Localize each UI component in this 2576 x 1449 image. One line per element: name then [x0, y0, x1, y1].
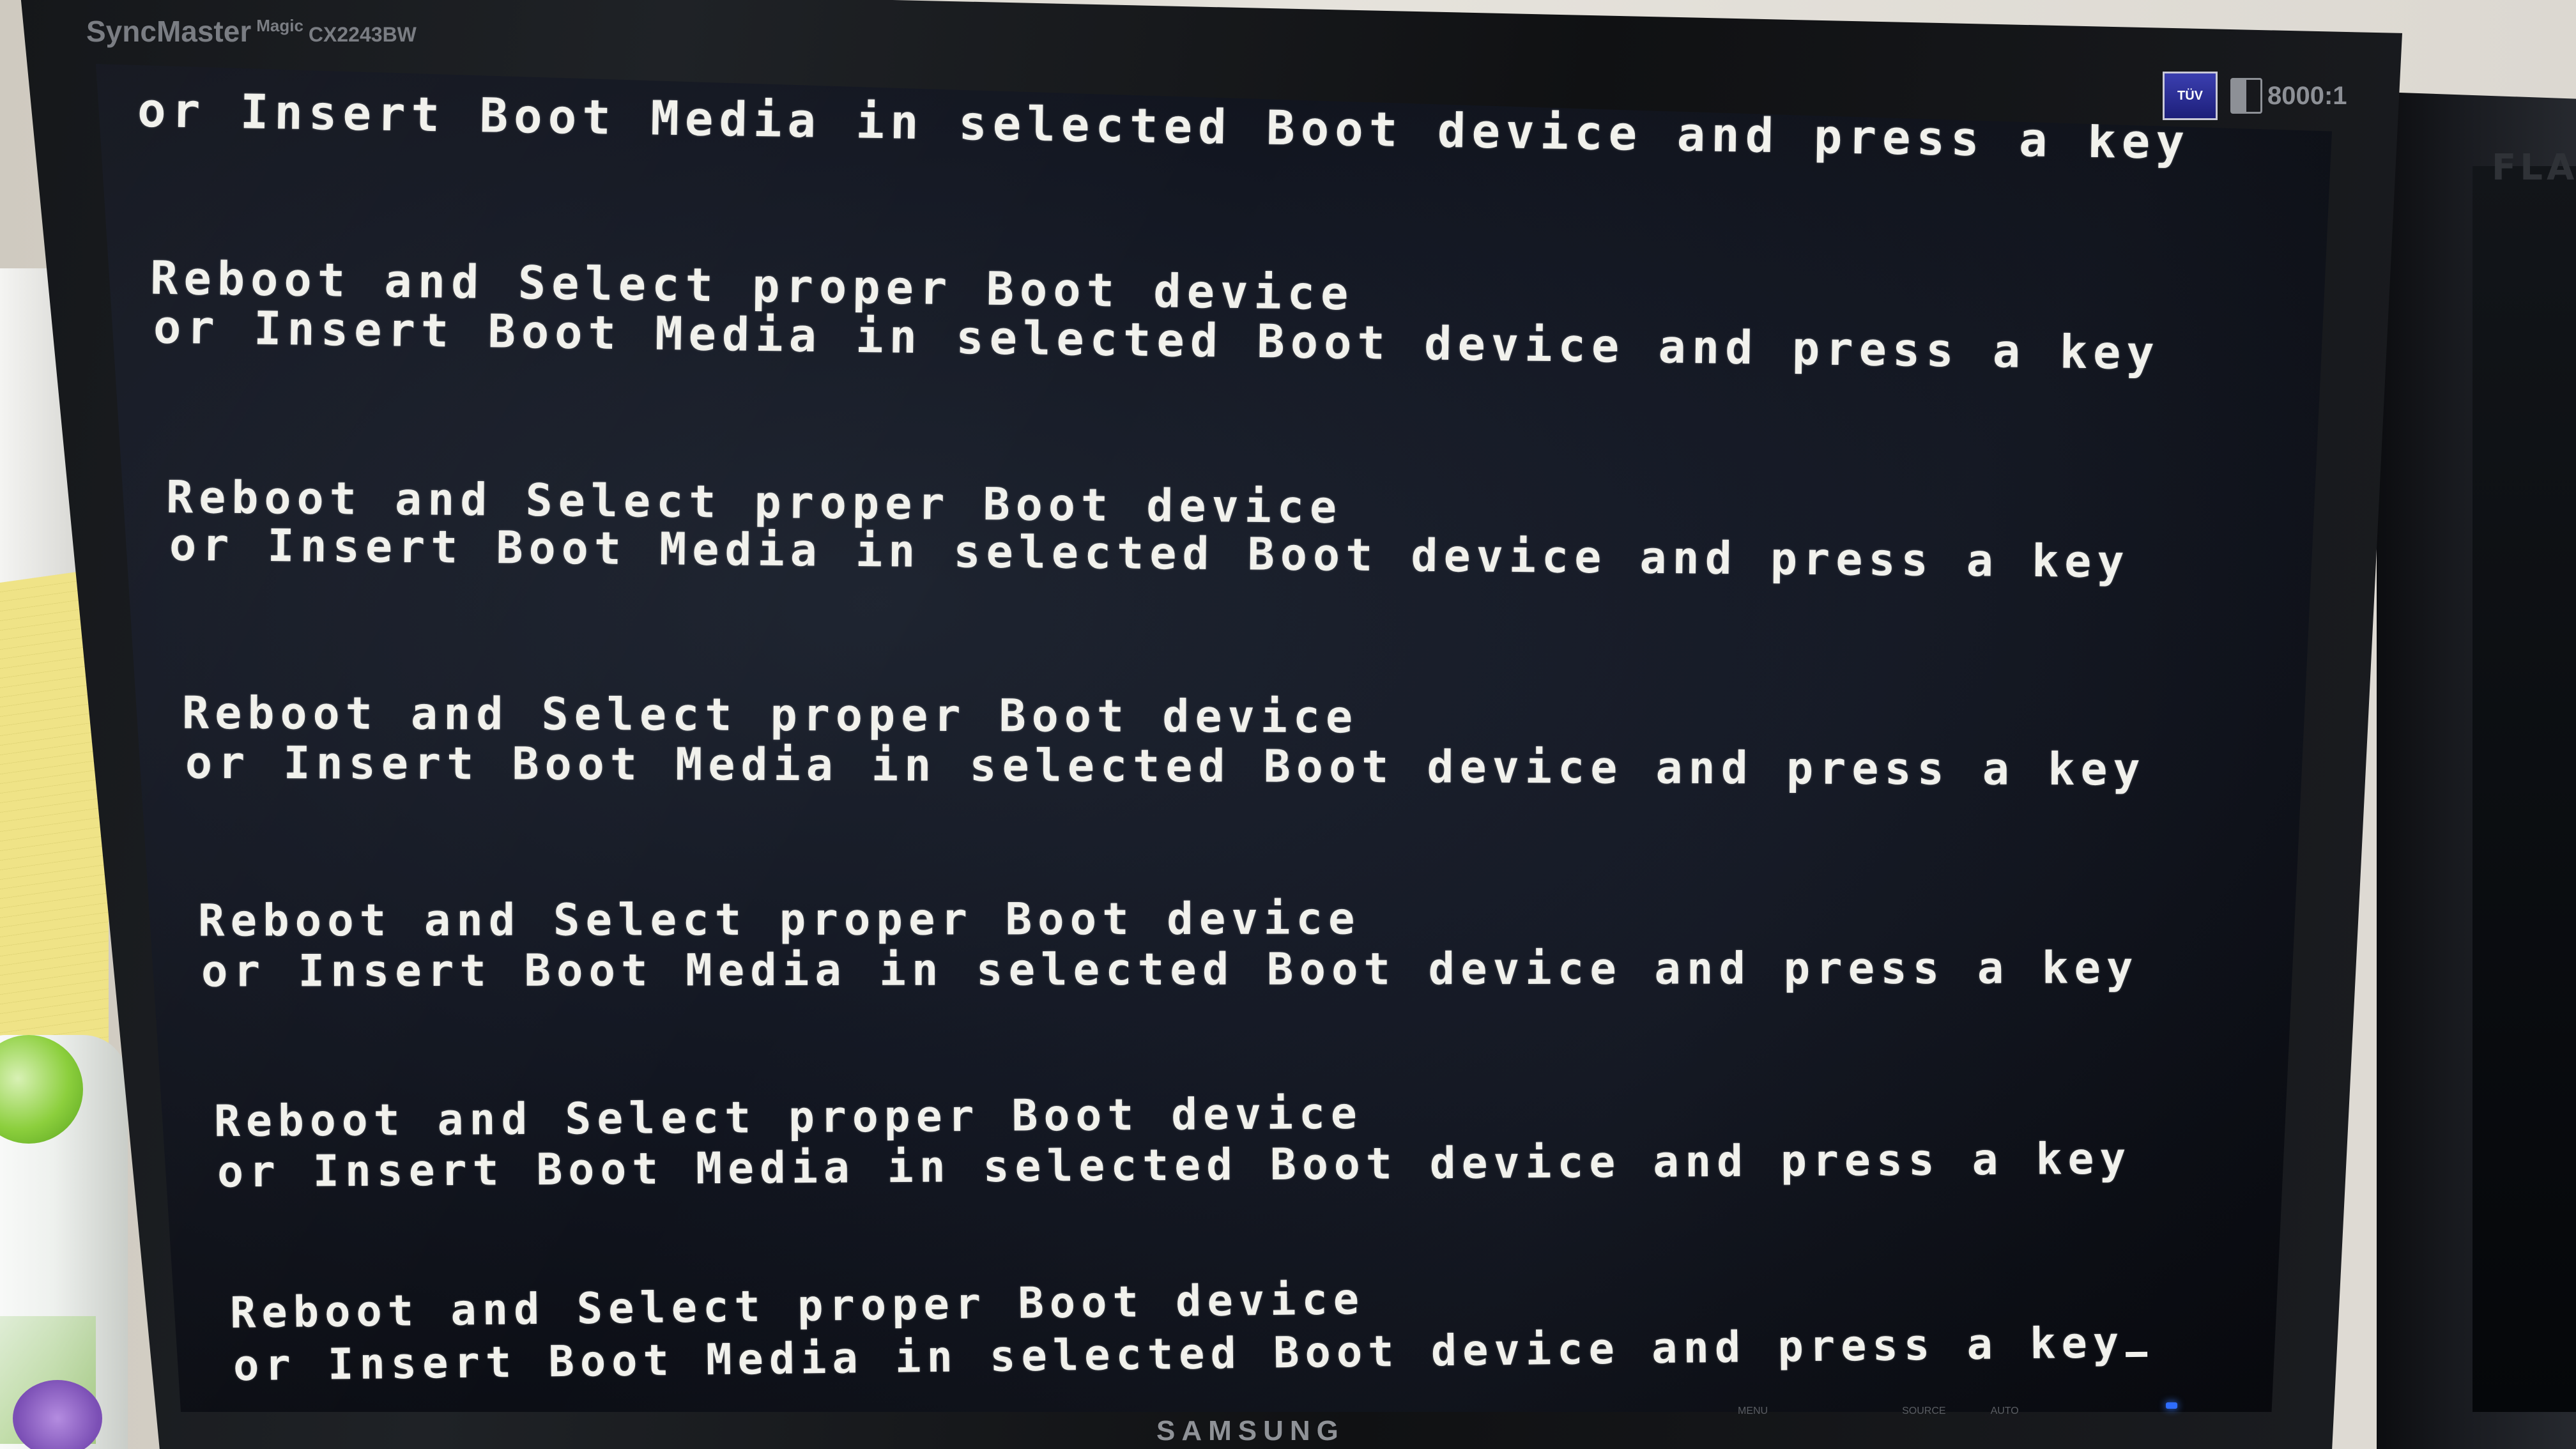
menu-button[interactable]: MENU [1738, 1406, 1768, 1417]
auto-button[interactable]: AUTO [1991, 1406, 2019, 1417]
bezel-brand-logo: SAMSUNG [1156, 1415, 1345, 1446]
photo-scene: FLA SyncMaster Magic CX2243BW TÜV 8000:1 o… [0, 0, 2576, 1449]
monitor-screen: or Insert Boot Media in selected Boot de… [96, 64, 2332, 1412]
brand-name: SyncMaster [86, 15, 252, 48]
purple-object [13, 1380, 102, 1449]
contrast-ratio: 8000:1 [2267, 81, 2347, 110]
second-monitor-screen [2472, 166, 2576, 1412]
second-monitor-logo: FLA [2492, 147, 2576, 188]
brand-suffix: Magic [256, 15, 303, 35]
certification-badge: TÜV [2163, 72, 2218, 120]
text-cursor [2126, 1351, 2148, 1358]
contrast-icon [2230, 78, 2262, 114]
boot-message-line: Reboot and Select proper Boot device [213, 1088, 1363, 1147]
boot-message-line: or Insert Boot Media in selected Boot de… [201, 942, 2139, 997]
bezel-badges: TÜV 8000:1 [2163, 70, 2347, 121]
monitor-brand-label: SyncMaster Magic CX2243BW [86, 14, 417, 49]
contrast-badge: 8000:1 [2230, 78, 2347, 114]
boot-message-line: Reboot and Select proper Boot device [181, 686, 1359, 744]
source-button[interactable]: SOURCE [1902, 1406, 1945, 1417]
boot-message-line: or Insert Boot Media in selected Boot de… [169, 518, 2130, 588]
boot-message-line: Reboot and Select proper Boot device [229, 1274, 1365, 1338]
boot-message-line: Reboot and Select proper Boot device [197, 893, 1361, 947]
bezel-control-labels: MENU SOURCE AUTO [1738, 1406, 2064, 1417]
power-led [2166, 1402, 2177, 1409]
boot-message-line: or Insert Boot Media in selected Boot de… [185, 736, 2146, 796]
model-number: CX2243BW [308, 23, 417, 46]
